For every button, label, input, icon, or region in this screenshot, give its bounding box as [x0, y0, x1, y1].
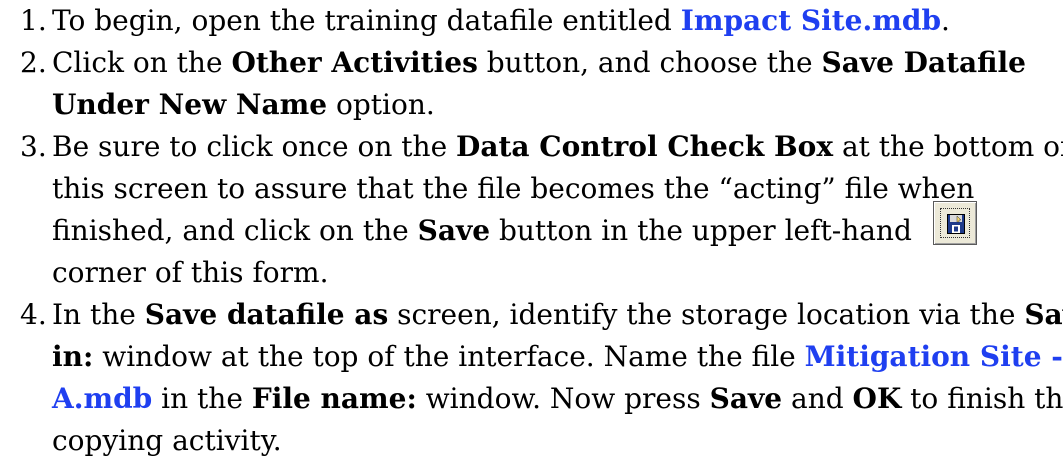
ok-label: OK: [852, 382, 902, 415]
step-text: Click on the: [52, 46, 232, 79]
step-number: 3.: [20, 130, 47, 163]
step-text: to finish the: [901, 382, 1063, 415]
data-control-check-box-label: Data Control Check Box: [456, 130, 834, 163]
step-text: option.: [327, 88, 435, 121]
step-2: 2. Click on the Other Activities button,…: [0, 42, 1063, 126]
step-text: button in the upper left-hand: [490, 214, 912, 247]
step-number: 2.: [20, 46, 47, 79]
step-text: in the: [152, 382, 252, 415]
step-3-line-2: this screen to assure that the file beco…: [52, 168, 1063, 210]
instruction-list: 1. To begin, open the training datafile …: [0, 0, 1063, 462]
step-3-line-3: finished, and click on the Save button i…: [52, 210, 1063, 252]
step-text: Be sure to click once on the: [52, 130, 457, 163]
save-in-label-cont: in:: [52, 340, 94, 373]
step-text: To begin, open the training datafile ent…: [52, 4, 681, 37]
impact-site-file-link[interactable]: Impact Site.mdb: [681, 4, 941, 37]
step-text: at the bottom of: [833, 130, 1063, 163]
step-4-line-1: In the Save datafile as screen, identify…: [52, 294, 1063, 336]
step-number: 1.: [20, 4, 47, 37]
save-datafile-as-label: Save datafile as: [144, 298, 389, 331]
save-datafile-label-cont: Under New Name: [52, 88, 328, 121]
other-activities-label: Other Activities: [231, 46, 478, 79]
step-text: finished, and click on the: [52, 214, 418, 247]
step-3-line-4: corner of this form.: [52, 252, 1063, 294]
save-label: Save: [417, 214, 491, 247]
step-text: and: [782, 382, 853, 415]
step-1: 1. To begin, open the training datafile …: [0, 0, 1063, 42]
step-text: copying activity.: [52, 424, 282, 457]
mitigation-site-file-link[interactable]: Mitigation Site -: [805, 340, 1063, 373]
step-4-line-3: A.mdb in the File name: window. Now pres…: [52, 378, 1063, 420]
step-1-line-1: To begin, open the training datafile ent…: [52, 0, 1063, 42]
step-text: window. Now press: [416, 382, 710, 415]
file-name-label: File name:: [251, 382, 417, 415]
step-text: window at the top of the interface. Name…: [93, 340, 805, 373]
step-text: this screen to assure that the file beco…: [52, 172, 975, 205]
step-number: 4.: [20, 298, 47, 331]
step-text: screen, identify the storage location vi…: [388, 298, 1025, 331]
step-4: 4. In the Save datafile as screen, ident…: [0, 294, 1063, 462]
step-2-line-1: Click on the Other Activities button, an…: [52, 42, 1063, 84]
step-2-line-2: Under New Name option.: [52, 84, 1063, 126]
step-text: In the: [52, 298, 145, 331]
save-in-label: Save: [1024, 298, 1063, 331]
step-text: .: [941, 4, 950, 37]
step-text: corner of this form.: [52, 256, 329, 289]
save-floppy-icon: [947, 214, 965, 234]
step-4-line-4: copying activity.: [52, 420, 1063, 462]
step-3-line-1: Be sure to click once on the Data Contro…: [52, 126, 1063, 168]
step-3: 3. Be sure to click once on the Data Con…: [0, 126, 1063, 294]
save-button[interactable]: [933, 201, 977, 245]
save-datafile-label: Save Datafile: [821, 46, 1026, 79]
mitigation-site-file-link-cont[interactable]: A.mdb: [52, 382, 152, 415]
step-text: button, and choose the: [477, 46, 822, 79]
save-label: Save: [709, 382, 783, 415]
step-4-line-2: in: window at the top of the interface. …: [52, 336, 1063, 378]
